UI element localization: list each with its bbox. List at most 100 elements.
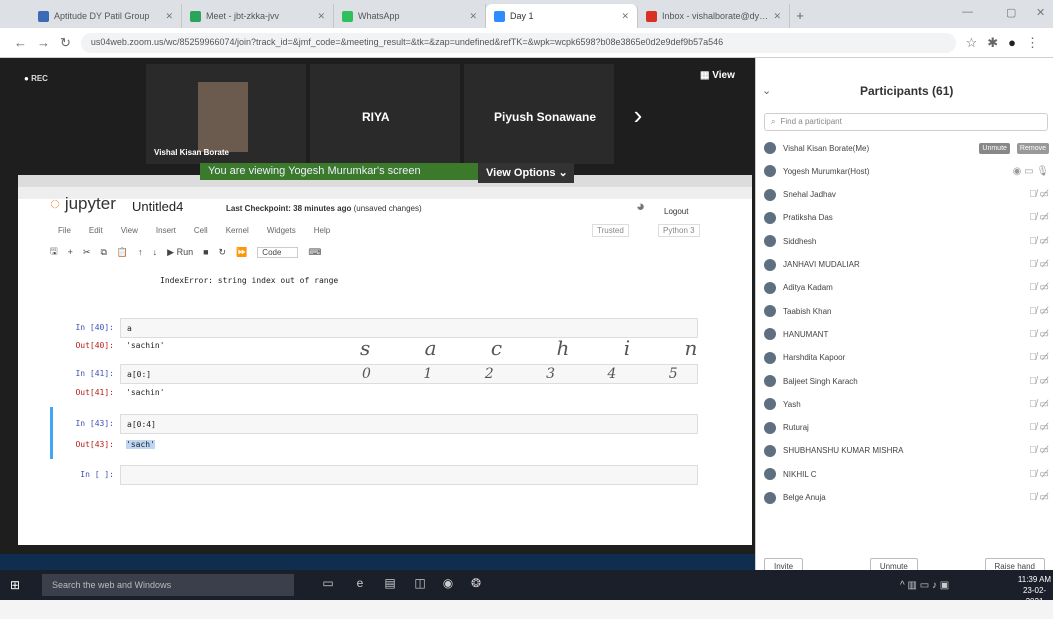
participant-row[interactable]: Yogesh Murumkar(Host) ◉ ▭ 🎙 bbox=[764, 160, 1049, 182]
menu-kernel[interactable]: Kernel bbox=[226, 226, 249, 235]
stop-icon[interactable]: ■ bbox=[203, 247, 208, 257]
forward-arrow-icon[interactable]: → bbox=[37, 35, 50, 50]
code-cell[interactable]: a[0:4] bbox=[120, 414, 698, 434]
paste-icon[interactable]: 📋 bbox=[117, 247, 128, 258]
participant-row[interactable]: Vishal Kisan Borate(Me) Unmute Remove bbox=[764, 137, 1049, 159]
participant-row[interactable]: Pratiksha Das 🎙̸ ▭̸ bbox=[764, 207, 1049, 229]
kebab-menu-icon[interactable]: ⋮ bbox=[1026, 35, 1039, 51]
back-arrow-icon[interactable]: ← bbox=[14, 35, 27, 50]
participant-row[interactable]: Taabish Khan 🎙̸ ▭̸ bbox=[764, 300, 1049, 322]
star-icon[interactable]: ☆ bbox=[966, 35, 978, 51]
extensions-icon[interactable]: ✱ bbox=[987, 35, 998, 51]
cell-type-select[interactable]: Code bbox=[257, 246, 299, 258]
participant-row[interactable]: NIKHIL C 🎙̸ ▭̸ bbox=[764, 463, 1049, 485]
profile-icon[interactable]: ● bbox=[1008, 35, 1016, 50]
up-chevron-icon[interactable]: ^ bbox=[900, 580, 905, 591]
participant-name: Snehal Jadhav bbox=[783, 190, 836, 200]
participant-row[interactable]: JANHAVI MUDALIAR 🎙̸ ▭̸ bbox=[764, 254, 1049, 276]
cut-icon[interactable]: ✂ bbox=[83, 247, 91, 258]
video-tile-riya[interactable]: RIYA bbox=[310, 64, 460, 164]
code-cell[interactable]: a bbox=[120, 318, 698, 338]
task-view-icon[interactable]: ▭ bbox=[318, 576, 338, 594]
save-icon[interactable]: 🖫 bbox=[50, 244, 58, 260]
edge-icon[interactable]: e bbox=[350, 576, 370, 594]
reload-icon[interactable]: ↻ bbox=[60, 35, 71, 51]
menu-help[interactable]: Help bbox=[314, 226, 330, 235]
restart-icon[interactable]: ↻ bbox=[219, 247, 227, 258]
notebook-title[interactable]: Untitled4 bbox=[132, 199, 183, 214]
url-field[interactable]: us04web.zoom.us/wc/85259966074/join?trac… bbox=[80, 32, 956, 53]
participant-avatar bbox=[764, 491, 776, 504]
menu-view[interactable]: View bbox=[121, 226, 138, 235]
browser-tab-2[interactable]: WhatsApp ✕ bbox=[334, 4, 486, 28]
move-up-icon[interactable]: ↑ bbox=[138, 247, 143, 257]
participant-name: Pratiksha Das bbox=[783, 213, 833, 223]
close-icon[interactable]: ✕ bbox=[317, 11, 325, 22]
taskbar-search-input[interactable]: Search the web and Windows bbox=[42, 574, 294, 596]
participant-name: Harshdita Kapoor bbox=[783, 353, 846, 363]
close-window-icon[interactable]: ✕ bbox=[1036, 6, 1045, 19]
store-icon[interactable]: ◫ bbox=[410, 576, 430, 594]
copy-icon[interactable]: ⧉ bbox=[100, 247, 106, 258]
menu-widgets[interactable]: Widgets bbox=[267, 226, 296, 235]
close-icon[interactable]: ✕ bbox=[469, 11, 477, 22]
chevron-down-icon[interactable]: ⌄ bbox=[762, 84, 771, 97]
participant-avatar bbox=[764, 398, 776, 411]
maximize-icon[interactable]: ▢ bbox=[1006, 6, 1016, 19]
add-cell-icon[interactable]: + bbox=[68, 247, 73, 257]
jupyter-logo-icon: ◌ bbox=[50, 194, 65, 213]
participant-row[interactable]: Belge Anuja 🎙̸ ▭̸ bbox=[764, 487, 1049, 509]
muted-mic-icon: 🎙̸ ▭̸ bbox=[1029, 235, 1049, 247]
participant-row[interactable]: Yash 🎙̸ ▭̸ bbox=[764, 393, 1049, 415]
video-tile-vishal[interactable]: Vishal Kisan Borate bbox=[146, 64, 306, 164]
browser-tab-4[interactable]: Inbox - vishalborate@dypic.in ✕ bbox=[638, 4, 790, 28]
participant-row[interactable]: Harshdita Kapoor 🎙̸ ▭̸ bbox=[764, 347, 1049, 369]
menu-file[interactable]: File bbox=[58, 226, 71, 235]
move-down-icon[interactable]: ↓ bbox=[153, 247, 158, 257]
participant-avatar bbox=[764, 188, 776, 201]
participant-row[interactable]: HANUMANT 🎙̸ ▭̸ bbox=[764, 323, 1049, 345]
participant-row[interactable]: SHUBHANSHU KUMAR MISHRA 🎙̸ ▭̸ bbox=[764, 440, 1049, 462]
run-button[interactable]: ▶ Run bbox=[167, 247, 193, 258]
kernel-indicator[interactable]: Python 3 bbox=[658, 224, 700, 237]
windows-start-icon[interactable]: ⊞ bbox=[10, 578, 20, 592]
next-page-arrow-icon[interactable]: › bbox=[620, 100, 656, 136]
view-options-button[interactable]: View Options ⌄ bbox=[478, 163, 574, 183]
remove-button[interactable]: Remove bbox=[1016, 142, 1049, 154]
tab-favicon-icon bbox=[494, 10, 505, 22]
trusted-badge[interactable]: Trusted bbox=[592, 224, 629, 237]
menu-insert[interactable]: Insert bbox=[156, 226, 176, 235]
participant-row[interactable]: Baljeet Singh Karach 🎙̸ ▭̸ bbox=[764, 370, 1049, 392]
app-icon[interactable]: ❂ bbox=[466, 576, 486, 594]
participant-row[interactable]: Aditya Kadam 🎙̸ ▭̸ bbox=[764, 277, 1049, 299]
close-icon[interactable]: ✕ bbox=[621, 11, 629, 22]
unmute-button[interactable]: Unmute bbox=[979, 142, 1010, 154]
participant-row[interactable]: Snehal Jadhav 🎙̸ ▭̸ bbox=[764, 184, 1049, 206]
empty-code-cell[interactable] bbox=[120, 465, 698, 485]
tab-favicon-icon bbox=[646, 10, 657, 22]
logout-button[interactable]: Logout bbox=[664, 207, 688, 216]
minimize-icon[interactable]: — bbox=[962, 6, 973, 18]
browser-tab-0[interactable]: Aptitude DY Patil Group ✕ bbox=[30, 4, 182, 28]
participant-search-input[interactable]: ⌕ Find a participant bbox=[764, 113, 1048, 131]
menu-edit[interactable]: Edit bbox=[89, 226, 103, 235]
participant-row[interactable]: Ruturaj 🎙̸ ▭̸ bbox=[764, 417, 1049, 439]
jupyter-logo[interactable]: ◌ jupyter bbox=[50, 194, 116, 214]
browser-tab-1[interactable]: Meet - jbt-zkka-jvv ✕ bbox=[182, 4, 334, 28]
new-tab-icon[interactable]: + bbox=[790, 8, 810, 28]
close-icon[interactable]: ✕ bbox=[773, 11, 781, 22]
participant-row[interactable]: Siddhesh 🎙̸ ▭̸ bbox=[764, 230, 1049, 252]
file-explorer-icon[interactable]: ▤ bbox=[380, 576, 400, 594]
battery-icon[interactable]: ▭ bbox=[920, 580, 929, 591]
keyboard-icon[interactable]: ⌨ bbox=[308, 247, 321, 258]
menu-cell[interactable]: Cell bbox=[194, 226, 208, 235]
browser-tab-3[interactable]: Day 1 ✕ bbox=[486, 4, 638, 28]
volume-icon[interactable]: ♪ bbox=[932, 580, 937, 591]
close-icon[interactable]: ✕ bbox=[165, 11, 173, 22]
network-icon[interactable]: ▥ bbox=[907, 580, 916, 591]
chrome-icon[interactable]: ◉ bbox=[438, 576, 458, 594]
view-button[interactable]: ▦ View bbox=[700, 70, 735, 81]
notification-icon[interactable]: ▣ bbox=[940, 580, 949, 591]
video-tile-piyush[interactable]: Piyush Sonawane bbox=[464, 64, 614, 164]
fast-forward-icon[interactable]: ⏩ bbox=[236, 247, 247, 258]
